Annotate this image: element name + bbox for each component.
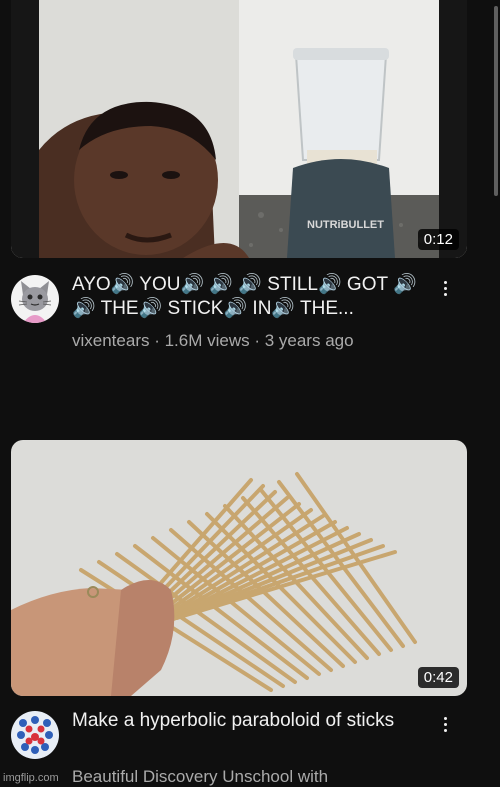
video-duration-badge: 0:42: [417, 667, 459, 688]
scrollbar-track[interactable]: [492, 0, 500, 786]
nutribullet-label-text: NUTRiBULLET: [307, 219, 384, 231]
imgflip-watermark: imgflip.com: [3, 772, 59, 784]
channel-avatar[interactable]: [11, 275, 59, 323]
nutribullet-blender-thumbnail-image: NUTRiBULLET: [11, 0, 467, 258]
blue-red-pattern-avatar-icon: [11, 711, 59, 759]
stick-grid-thumbnail-image: [11, 440, 467, 696]
scrollbar-thumb[interactable]: [494, 6, 498, 196]
cat-cartoon-avatar-icon: [11, 275, 59, 323]
video-duration-badge: 0:12: [417, 229, 459, 250]
video-channel-views-age[interactable]: vixentears · 1.6M views · 3 years ago: [72, 331, 452, 351]
video-title[interactable]: Make a hyperbolic paraboloid of sticks: [72, 709, 432, 733]
more-options-icon[interactable]: [435, 275, 455, 301]
video-thumbnail-1[interactable]: NUTRiBULLET 0:12: [11, 0, 467, 258]
video-channel-views-age[interactable]: Beautiful Discovery Unschool with: [72, 767, 452, 787]
video-thumbnail-2[interactable]: 0:42: [11, 440, 467, 696]
more-options-icon[interactable]: [435, 711, 455, 737]
video-title[interactable]: AYO🔊 YOU🔊 🔊 🔊 STILL🔊 GOT 🔊 🔊 THE🔊 STICK🔊…: [72, 273, 432, 321]
channel-avatar[interactable]: [11, 711, 59, 759]
